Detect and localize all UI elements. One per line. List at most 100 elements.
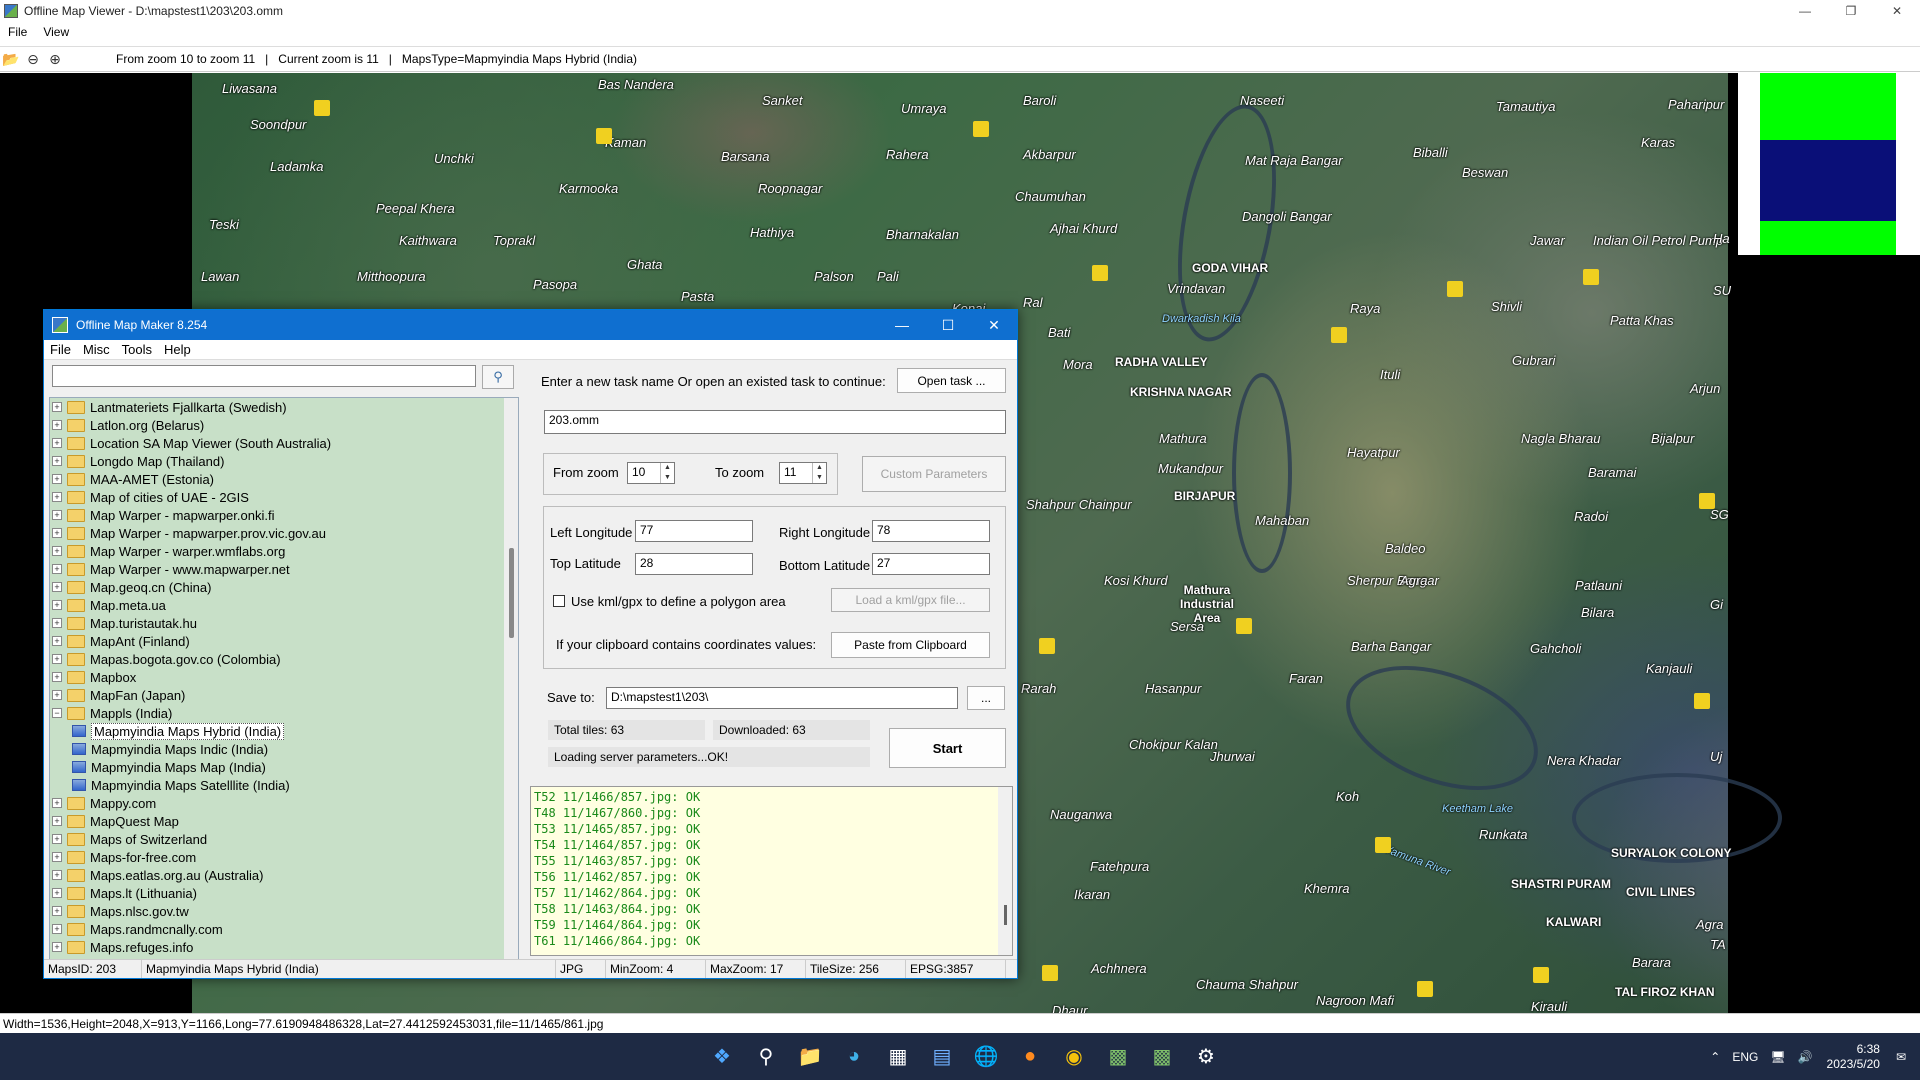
tree-folder-item[interactable]: + MAA-AMET (Estonia) xyxy=(50,470,518,488)
expand-icon[interactable]: + xyxy=(52,528,62,538)
expand-icon[interactable]: + xyxy=(52,600,62,610)
expand-icon[interactable]: + xyxy=(52,546,62,556)
tree-folder-item[interactable]: + Latlon.org (Belarus) xyxy=(50,416,518,434)
tree-folder-item[interactable]: + Maps.refuges.info xyxy=(50,938,518,956)
task-name-input[interactable]: 203.omm xyxy=(544,410,1006,434)
expand-icon[interactable]: + xyxy=(52,456,62,466)
search-icon[interactable]: ⚲ xyxy=(744,1037,788,1077)
map-maker-taskbar-icon[interactable]: ▩ xyxy=(1096,1037,1140,1077)
left-longitude-input[interactable]: 77 xyxy=(635,520,753,542)
tray-chevron-icon[interactable]: ⌃ xyxy=(1710,1050,1720,1064)
expand-icon[interactable]: + xyxy=(52,888,62,898)
load-kml-button[interactable]: Load a kml/gpx file... xyxy=(831,588,990,612)
tree-map-item[interactable]: Mapmyindia Maps Satelllite (India) xyxy=(50,776,518,794)
tree-folder-item[interactable]: + Mapbox xyxy=(50,668,518,686)
tree-folder-item[interactable]: + Maps.nlsc.gov.tw xyxy=(50,902,518,920)
tree-folder-item[interactable]: + Mapas.bogota.gov.co (Colombia) xyxy=(50,650,518,668)
browse-button[interactable]: ... xyxy=(967,686,1005,710)
menu-file[interactable]: File xyxy=(0,25,35,39)
edge-icon[interactable]: ◕ xyxy=(832,1037,876,1077)
save-to-input[interactable]: D:\mapstest1\203\ xyxy=(606,687,958,709)
expand-icon[interactable]: + xyxy=(52,618,62,628)
expand-icon[interactable]: + xyxy=(52,672,62,682)
tree-folder-item[interactable]: + MapFan (Japan) xyxy=(50,686,518,704)
expand-icon[interactable]: + xyxy=(52,636,62,646)
tree-scrollbar[interactable] xyxy=(504,398,518,961)
paste-from-clipboard-button[interactable]: Paste from Clipboard xyxy=(831,632,990,658)
open-folder-icon[interactable]: 📂 xyxy=(0,48,22,70)
expand-icon[interactable]: + xyxy=(52,582,62,592)
expand-icon[interactable]: + xyxy=(52,402,62,412)
expand-icon[interactable]: + xyxy=(52,816,62,826)
download-log[interactable]: T52 11/1466/857.jpg: OK T48 11/1467/860.j… xyxy=(530,786,1013,956)
tree-scroll-thumb[interactable] xyxy=(509,548,514,638)
tree-folder-item[interactable]: − Mappls (India) xyxy=(50,704,518,722)
tree-folder-item[interactable]: + Map.geoq.cn (China) xyxy=(50,578,518,596)
tree-folder-item[interactable]: + Maps.eatlas.org.au (Australia) xyxy=(50,866,518,884)
spinner-arrows-icon[interactable]: ▲ ▼ xyxy=(812,463,826,483)
expand-icon[interactable]: + xyxy=(52,510,62,520)
bottom-latitude-input[interactable]: 27 xyxy=(872,553,990,575)
spinner-arrows-icon[interactable]: ▲ ▼ xyxy=(660,463,674,483)
tree-map-item[interactable]: Mapmyindia Maps Indic (India) xyxy=(50,740,518,758)
dialog-titlebar[interactable]: Offline Map Maker 8.254 — ☐ ✕ xyxy=(44,310,1017,340)
language-indicator[interactable]: ENG xyxy=(1732,1050,1758,1064)
search-input[interactable] xyxy=(52,365,476,387)
tree-folder-item[interactable]: + MapQuest Map xyxy=(50,812,518,830)
maximize-button[interactable]: ❐ xyxy=(1828,0,1874,22)
top-latitude-input[interactable]: 28 xyxy=(635,553,753,575)
zoom-in-icon[interactable]: ⊕ xyxy=(44,48,66,70)
tree-folder-item[interactable]: + Maps.lt (Lithuania) xyxy=(50,884,518,902)
tree-folder-item[interactable]: + Map.meta.ua xyxy=(50,596,518,614)
tree-folder-item[interactable]: + Map Warper - www.mapwarper.net xyxy=(50,560,518,578)
to-zoom-spinner[interactable]: 11 ▲ ▼ xyxy=(779,462,827,484)
expand-icon[interactable]: + xyxy=(52,798,62,808)
close-button[interactable]: ✕ xyxy=(1874,0,1920,22)
menu-misc[interactable]: Misc xyxy=(77,342,116,357)
menu-help[interactable]: Help xyxy=(158,342,197,357)
tree-folder-item[interactable]: + Mappy.com xyxy=(50,794,518,812)
tree-folder-item[interactable]: + Map Warper - mapwarper.prov.vic.gov.au xyxy=(50,524,518,542)
kml-polygon-checkbox[interactable] xyxy=(553,595,565,607)
open-task-button[interactable]: Open task ... xyxy=(897,368,1006,393)
notepad-icon[interactable]: ▤ xyxy=(920,1037,964,1077)
custom-parameters-button[interactable]: Custom Parameters xyxy=(862,456,1006,492)
expand-icon[interactable]: + xyxy=(52,654,62,664)
firefox-icon[interactable]: ● xyxy=(1008,1037,1052,1077)
notification-icon[interactable]: ✉ xyxy=(1896,1050,1906,1064)
expand-icon[interactable]: + xyxy=(52,942,62,952)
menu-tools[interactable]: Tools xyxy=(116,342,158,357)
right-longitude-input[interactable]: 78 xyxy=(872,520,990,542)
collapse-icon[interactable]: − xyxy=(52,708,62,718)
expand-icon[interactable]: + xyxy=(52,870,62,880)
dialog-maximize-button[interactable]: ☐ xyxy=(925,310,971,340)
minimize-button[interactable]: — xyxy=(1782,0,1828,22)
tree-folder-item[interactable]: + Maps of Switzerland xyxy=(50,830,518,848)
tree-folder-item[interactable]: + Map.turistautak.hu xyxy=(50,614,518,632)
expand-icon[interactable]: + xyxy=(52,690,62,700)
map-source-tree[interactable]: + Lantmateriets Fjallkarta (Swedish) + Latl… xyxy=(49,397,519,962)
globe-app-icon[interactable]: 🌐 xyxy=(964,1037,1008,1077)
tree-map-item[interactable]: Mapmyindia Maps Map (India) xyxy=(50,758,518,776)
search-button[interactable]: ⚲ xyxy=(482,365,514,389)
tree-folder-item[interactable]: + Map of cities of UAE - 2GIS xyxy=(50,488,518,506)
chrome-icon[interactable]: ◉ xyxy=(1052,1037,1096,1077)
menu-view[interactable]: View xyxy=(35,25,77,39)
start-button[interactable]: Start xyxy=(889,728,1006,768)
map-viewer-taskbar-icon[interactable]: ▩ xyxy=(1140,1037,1184,1077)
zoom-out-icon[interactable]: ⊖ xyxy=(22,48,44,70)
dialog-minimize-button[interactable]: — xyxy=(879,310,925,340)
expand-icon[interactable]: + xyxy=(52,924,62,934)
tree-folder-item[interactable]: + Maps-for-free.com xyxy=(50,848,518,866)
calculator-icon[interactable]: ▦ xyxy=(876,1037,920,1077)
tree-folder-item[interactable]: + Longdo Map (Thailand) xyxy=(50,452,518,470)
tree-folder-item[interactable]: + Location SA Map Viewer (South Australia… xyxy=(50,434,518,452)
tree-folder-item[interactable]: + MapAnt (Finland) xyxy=(50,632,518,650)
log-scrollbar[interactable] xyxy=(998,787,1012,955)
dialog-close-button[interactable]: ✕ xyxy=(971,310,1017,340)
clock[interactable]: 6:38 2023/5/20 xyxy=(1827,1042,1880,1072)
expand-icon[interactable]: + xyxy=(52,564,62,574)
tree-folder-item[interactable]: + Map Warper - warper.wmflabs.org xyxy=(50,542,518,560)
tree-map-item[interactable]: Mapmyindia Maps Hybrid (India) xyxy=(50,722,518,740)
settings-icon[interactable]: ⚙ xyxy=(1184,1037,1228,1077)
